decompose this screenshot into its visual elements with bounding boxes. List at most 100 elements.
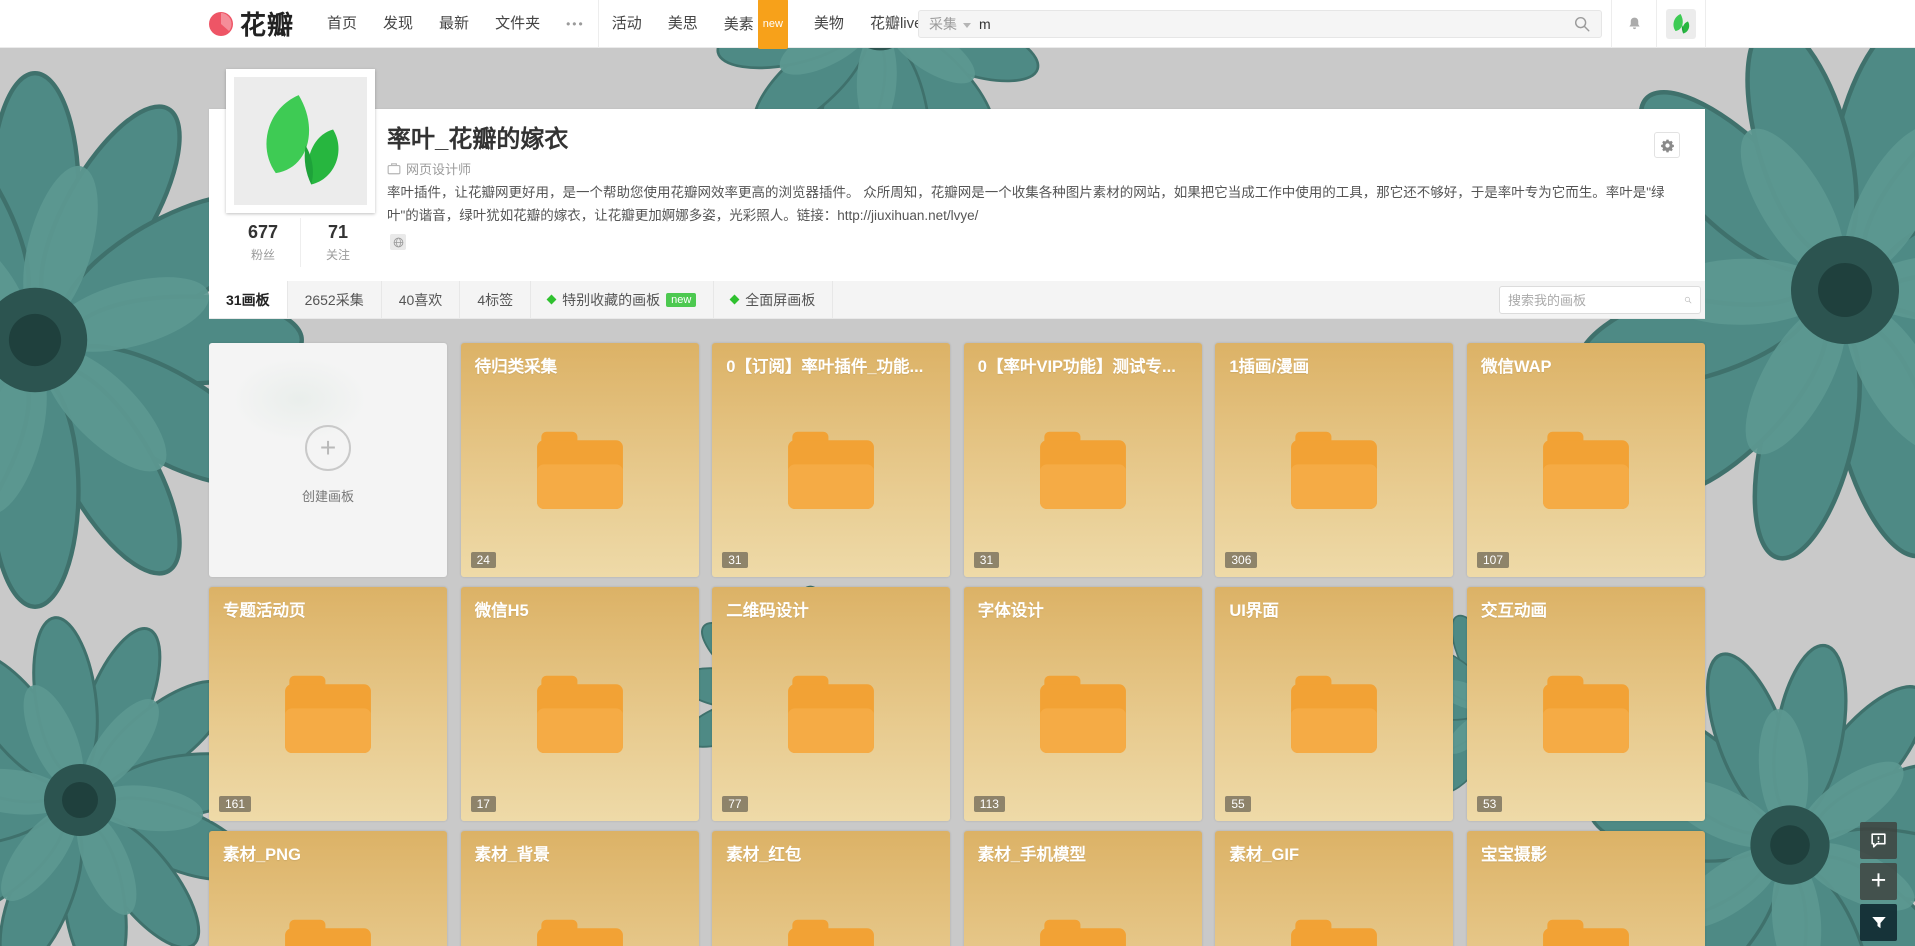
board-card[interactable]: 1插画/漫画 306: [1215, 343, 1453, 577]
create-board-label: 创建画板: [302, 486, 354, 505]
nav-item[interactable]: 首页: [314, 0, 370, 48]
board-title: 待归类采集: [475, 353, 685, 377]
nav-item[interactable]: 美素new: [711, 0, 801, 49]
chevron-down-icon: [963, 23, 971, 28]
board-title: 素材_背景: [475, 841, 685, 865]
board-pin-count: 77: [722, 796, 747, 812]
search-icon: [1684, 292, 1692, 308]
board-pin-count: 53: [1477, 796, 1502, 812]
board-title: 素材_红包: [726, 841, 936, 865]
board-search-input[interactable]: [1508, 293, 1684, 308]
floating-toolbar: +: [1860, 822, 1897, 941]
tab[interactable]: 40喜欢: [382, 281, 461, 318]
board-card[interactable]: 待归类采集 24: [461, 343, 699, 577]
board-title: 0【订阅】率叶插件_功能...: [726, 353, 936, 377]
tab[interactable]: 31画板: [209, 281, 288, 318]
board-title: 素材_手机模型: [978, 841, 1188, 865]
boards-grid: + 创建画板 待归类采集 24 0【订阅】率叶插件_功能... 31 0【率叶V…: [209, 343, 1719, 946]
globe-icon: [393, 237, 404, 248]
board-title: 微信WAP: [1481, 353, 1691, 377]
board-card[interactable]: 素材_手机模型: [964, 831, 1202, 946]
board-pin-count: 31: [974, 552, 999, 568]
board-card[interactable]: UI界面 55: [1215, 587, 1453, 821]
board-title: 交互动画: [1481, 597, 1691, 621]
huaban-logo-icon: [208, 11, 234, 37]
add-button[interactable]: +: [1860, 863, 1897, 900]
nav-more-button[interactable]: •••: [553, 17, 598, 31]
board-pin-count: 306: [1225, 552, 1257, 568]
filter-button[interactable]: [1860, 904, 1897, 941]
search-icon[interactable]: [1573, 15, 1591, 33]
create-board-card[interactable]: + 创建画板: [209, 343, 447, 577]
board-card[interactable]: 0【订阅】率叶插件_功能... 31: [712, 343, 950, 577]
new-badge: new: [666, 293, 696, 307]
user-avatar: [1666, 9, 1696, 39]
board-card[interactable]: 字体设计 113: [964, 587, 1202, 821]
board-card[interactable]: 素材_GIF: [1215, 831, 1453, 946]
tab[interactable]: 4标签: [460, 281, 531, 318]
board-title: 1插画/漫画: [1229, 353, 1439, 377]
header-divider: [1705, 0, 1706, 48]
board-title: 宝宝摄影: [1481, 841, 1691, 865]
notifications-button[interactable]: [1612, 0, 1656, 48]
board-title: 微信H5: [475, 597, 685, 621]
board-card[interactable]: 专题活动页 161: [209, 587, 447, 821]
diamond-icon: [547, 295, 557, 305]
board-card[interactable]: 素材_PNG: [209, 831, 447, 946]
folder-icon: [788, 674, 874, 753]
tab[interactable]: 2652采集: [288, 281, 382, 318]
plus-icon: +: [1871, 867, 1887, 894]
tab[interactable]: 全面屏画板: [714, 281, 833, 318]
board-pin-count: 107: [1477, 552, 1509, 568]
board-search-box: [1499, 286, 1701, 314]
profile-bio: 率叶插件，让花瓣网更好用，是一个帮助您使用花瓣网效率更高的浏览器插件。 众所周知…: [387, 181, 1687, 227]
stat-item[interactable]: 71 关注: [300, 218, 375, 267]
feedback-bubble-icon: [1869, 831, 1888, 850]
diamond-icon: [730, 295, 740, 305]
board-card[interactable]: 微信WAP 107: [1467, 343, 1705, 577]
folder-icon: [1543, 918, 1629, 946]
nav-item[interactable]: 美思: [655, 0, 711, 48]
top-header: 花瓣 首页 发现 最新 文件夹 ••• 活动 美思 美素new 美物 花瓣liv…: [0, 0, 1915, 48]
folder-icon: [537, 918, 623, 946]
funnel-icon: [1870, 914, 1888, 932]
profile-avatar-card[interactable]: [226, 69, 375, 213]
leaf-avatar-icon: [1669, 12, 1693, 36]
folder-icon: [1040, 674, 1126, 753]
board-card[interactable]: 素材_红包: [712, 831, 950, 946]
folder-icon: [788, 918, 874, 946]
bell-icon: [1626, 15, 1643, 33]
board-title: 二维码设计: [726, 597, 936, 621]
folder-icon: [537, 674, 623, 753]
board-card[interactable]: 交互动画 53: [1467, 587, 1705, 821]
tab[interactable]: 特别收藏的画板 new: [531, 281, 714, 318]
board-card[interactable]: 素材_背景: [461, 831, 699, 946]
nav-item[interactable]: 文件夹: [482, 0, 553, 48]
folder-icon: [1291, 674, 1377, 753]
board-title: 素材_PNG: [223, 841, 433, 865]
nav-item[interactable]: 美物: [801, 0, 857, 48]
search-scope-dropdown[interactable]: 采集: [929, 14, 979, 34]
nav-item[interactable]: 活动: [599, 0, 655, 48]
nav-item[interactable]: 最新: [426, 0, 482, 48]
stat-item[interactable]: 677 粉丝: [226, 218, 300, 267]
board-card[interactable]: 宝宝摄影: [1467, 831, 1705, 946]
board-title: UI界面: [1229, 597, 1439, 621]
board-pin-count: 161: [219, 796, 251, 812]
briefcase-icon: [387, 162, 401, 175]
website-link-button[interactable]: [390, 234, 406, 250]
plus-circle-icon: +: [305, 425, 351, 471]
user-menu-button[interactable]: [1657, 0, 1705, 48]
profile-settings-button[interactable]: [1654, 132, 1680, 158]
global-search-input[interactable]: [979, 16, 1573, 32]
header-right-cluster: [1611, 0, 1706, 48]
profile-occupation: 网页设计师: [387, 159, 471, 178]
board-card[interactable]: 0【率叶VIP功能】测试专... 31: [964, 343, 1202, 577]
board-title: 0【率叶VIP功能】测试专...: [978, 353, 1188, 377]
folder-icon: [1040, 430, 1126, 509]
feedback-button[interactable]: [1860, 822, 1897, 859]
huaban-logo[interactable]: 花瓣: [208, 5, 294, 42]
board-card[interactable]: 微信H5 17: [461, 587, 699, 821]
board-card[interactable]: 二维码设计 77: [712, 587, 950, 821]
nav-item[interactable]: 发现: [370, 0, 426, 48]
